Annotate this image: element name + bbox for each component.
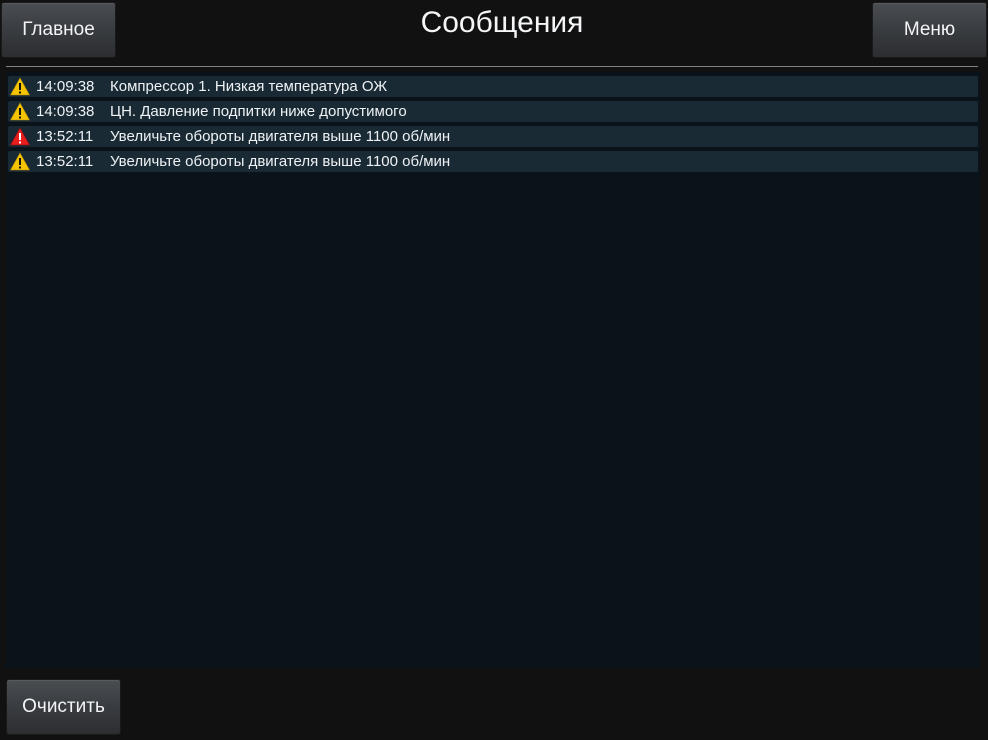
warning-triangle-icon [10,152,30,171]
message-time: 14:09:38 [36,103,95,120]
page-title: Сообщения [420,6,584,39]
menu-button[interactable]: Меню [872,2,987,58]
message-time: 14:09:38 [36,78,95,95]
message-list: 14:09:38 Компрессор 1. Низкая температур… [8,76,978,176]
alarm-triangle-icon [10,127,30,146]
messages-screen: Главное Сообщения Меню 14:09:38 Компресс… [0,0,988,740]
message-row[interactable]: 13:52:11 Увеличьте обороты двигателя выш… [8,126,978,147]
message-row[interactable]: 13:52:11 Увеличьте обороты двигателя выш… [8,151,978,172]
message-time: 13:52:11 [36,153,94,170]
header-divider [6,66,978,67]
clear-button[interactable]: Очистить [6,679,121,735]
messages-panel[interactable]: 14:09:38 Компрессор 1. Низкая температур… [6,72,980,668]
message-text: Увеличьте обороты двигателя выше 1100 об… [110,128,451,145]
message-text: Компрессор 1. Низкая температура ОЖ [110,78,388,95]
warning-triangle-icon [10,102,30,121]
warning-triangle-icon [10,77,30,96]
message-time: 13:52:11 [36,128,94,145]
message-text: ЦН. Давление подпитки ниже допустимого [110,103,407,120]
home-button[interactable]: Главное [1,2,116,58]
message-row[interactable]: 14:09:38 ЦН. Давление подпитки ниже допу… [8,101,978,122]
message-text: Увеличьте обороты двигателя выше 1100 об… [110,153,451,170]
message-row[interactable]: 14:09:38 Компрессор 1. Низкая температур… [8,76,978,97]
